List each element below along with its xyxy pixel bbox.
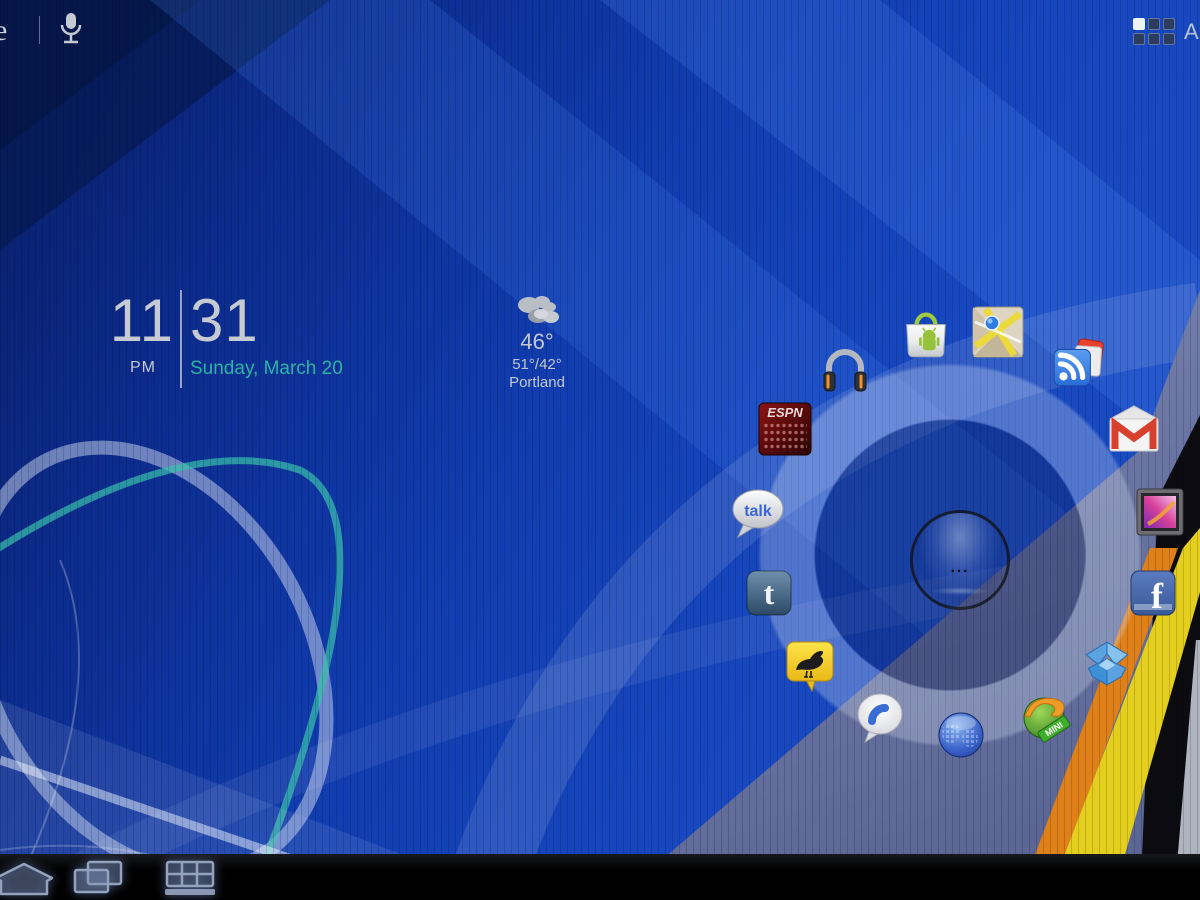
app-icon-browser[interactable] bbox=[936, 710, 986, 760]
headphones-icon bbox=[817, 342, 873, 398]
map-icon bbox=[970, 304, 1026, 360]
recent-apps-button[interactable] bbox=[72, 860, 124, 900]
app-icon-talk[interactable]: talk bbox=[730, 485, 786, 541]
clock-divider bbox=[180, 290, 182, 388]
google-search-widget[interactable]: e bbox=[0, 14, 7, 48]
clock-ampm: PM bbox=[130, 359, 156, 377]
center-dots-label: ... bbox=[913, 559, 1007, 576]
facebook-glyph: f bbox=[1151, 576, 1164, 616]
app-icon-gallery[interactable] bbox=[1136, 488, 1184, 536]
facebook-icon: f bbox=[1130, 570, 1176, 616]
weather-widget[interactable]: 46° 51°/42° Portland bbox=[492, 292, 582, 400]
home-button[interactable] bbox=[0, 860, 56, 900]
app-icon-google-voice[interactable] bbox=[854, 690, 906, 744]
dropbox-box-icon bbox=[1080, 636, 1134, 690]
talk-glyph: talk bbox=[744, 503, 772, 520]
browser-globe-icon bbox=[936, 710, 986, 760]
tumblr-icon: t bbox=[746, 570, 792, 616]
app-icon-espn[interactable]: ESPN bbox=[757, 401, 813, 457]
app-icon-dropbox[interactable] bbox=[1080, 636, 1134, 690]
apps-grid-icon bbox=[1133, 18, 1175, 45]
microphone-icon bbox=[58, 11, 84, 49]
dolphin-mini-icon: MINI bbox=[1018, 689, 1072, 743]
grid-button[interactable] bbox=[164, 860, 216, 900]
clock-hour: 11 bbox=[108, 286, 174, 355]
app-icon-gmail[interactable] bbox=[1108, 405, 1160, 457]
clock-widget[interactable]: 11 31 PM Sunday, March 20 bbox=[108, 286, 368, 396]
app-icon-dolphin-mini[interactable]: MINI bbox=[1018, 689, 1072, 743]
market-bag-icon bbox=[896, 301, 956, 361]
app-icon-maps[interactable] bbox=[970, 304, 1026, 360]
espn-glyph: ESPN bbox=[767, 405, 803, 420]
espn-scorecenter-icon: ESPN bbox=[757, 401, 813, 457]
weather-temp: 46° bbox=[492, 329, 582, 355]
app-icon-tweetdeck[interactable] bbox=[785, 640, 835, 692]
gallery-photo-icon bbox=[1136, 488, 1184, 536]
apps-drawer-button[interactable]: Ap bbox=[1133, 18, 1200, 45]
apps-button-label: Ap bbox=[1184, 19, 1200, 45]
reader-rss-icon bbox=[1050, 337, 1108, 395]
app-icon-facebook[interactable]: f bbox=[1130, 570, 1176, 616]
search-divider bbox=[39, 16, 40, 44]
weather-location: Portland bbox=[492, 374, 582, 391]
circle-launcher-center-button[interactable]: ... bbox=[910, 510, 1010, 610]
tumblr-glyph: t bbox=[764, 575, 775, 611]
app-icon-music[interactable] bbox=[817, 342, 873, 398]
app-icon-google-reader[interactable] bbox=[1050, 337, 1108, 395]
recent-apps-icon bbox=[72, 860, 124, 896]
voice-bubble-icon bbox=[854, 690, 906, 744]
voice-search-button[interactable] bbox=[58, 11, 84, 54]
talk-bubble-icon: talk bbox=[730, 485, 786, 541]
gmail-icon bbox=[1108, 405, 1160, 457]
cloudy-icon bbox=[511, 292, 563, 326]
app-icon-tumblr[interactable]: t bbox=[746, 570, 792, 616]
tweetdeck-bird-icon bbox=[785, 640, 835, 692]
clock-minute: 31 bbox=[190, 286, 259, 355]
clock-date: Sunday, March 20 bbox=[190, 358, 343, 380]
grid-icon bbox=[164, 860, 216, 896]
home-icon bbox=[0, 860, 56, 896]
app-icon-android-market[interactable] bbox=[896, 301, 956, 361]
google-logo-partial: e bbox=[0, 14, 7, 47]
weather-hilo: 51°/42° bbox=[492, 356, 582, 373]
system-navigation-bar: 45° 11:3 bbox=[0, 854, 1200, 900]
